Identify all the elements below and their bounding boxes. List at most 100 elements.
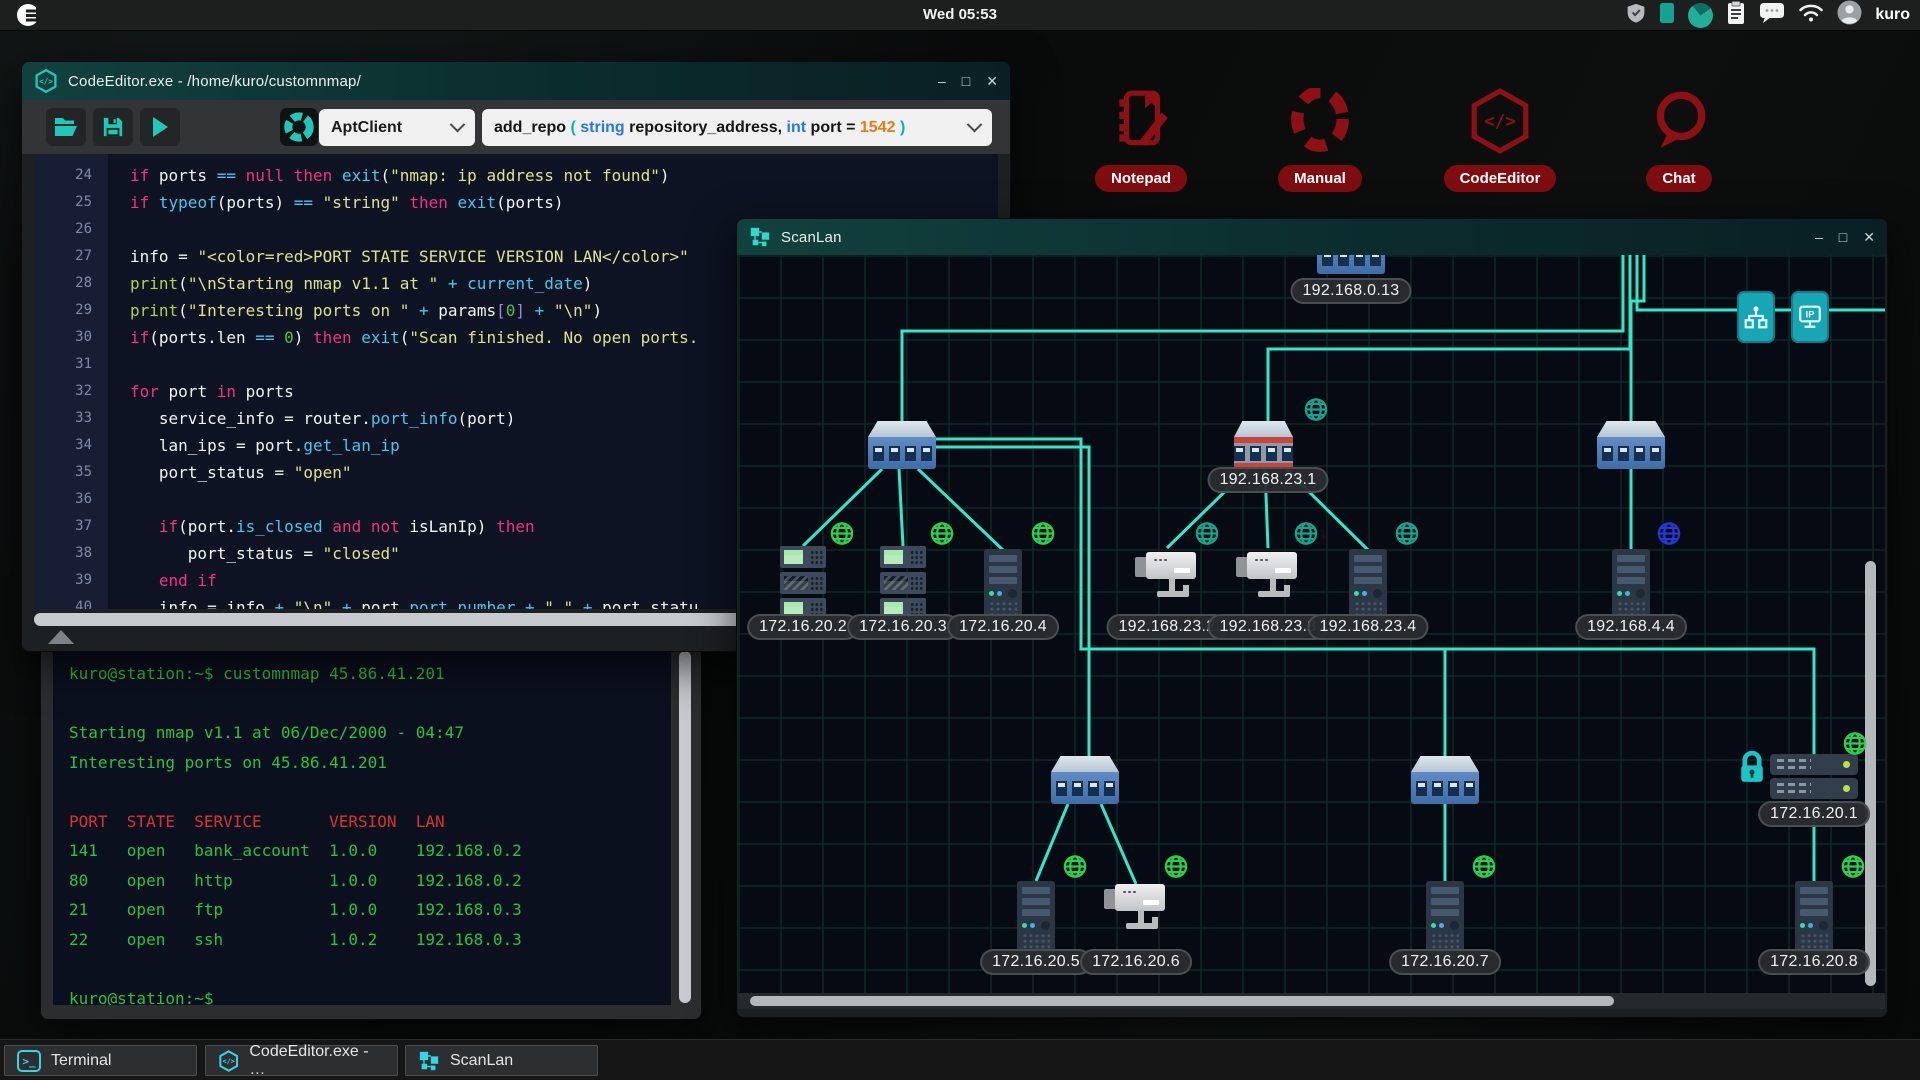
map-vertical-scrollbar[interactable] (1865, 561, 1876, 986)
network-node-switch[interactable] (868, 421, 936, 469)
node-ip-label: 192.168.4.4 (1575, 614, 1687, 640)
terminal-line (69, 689, 655, 719)
node-ip-label: 172.16.20.7 (1389, 949, 1501, 975)
taskbar-item-scanlan[interactable]: ScanLan (405, 1045, 598, 1076)
status-orb-icon[interactable] (1688, 3, 1713, 28)
network-node-router-172.16.20.1[interactable] (1770, 754, 1858, 808)
lock-icon (1738, 751, 1766, 790)
taskbar-item-label: CodeEditor.exe - … (249, 1043, 385, 1079)
terminal-line: 141 open bank_account 1.0.0 192.168.0.2 (69, 836, 655, 866)
network-node-tower-172.16.20.4[interactable] (984, 549, 1022, 621)
node-ip-label: 172.16.20.4 (947, 614, 1059, 640)
code-editor-titlebar[interactable]: </> CodeEditor.exe - /home/kuro/customnm… (22, 62, 1010, 100)
globe-icon (1394, 520, 1421, 552)
network-node-tower-172.16.20.5[interactable] (1017, 881, 1055, 953)
line-number: 27 (34, 243, 108, 270)
window-title: ScanLan (781, 229, 1805, 246)
network-node-switch[interactable] (1411, 756, 1479, 804)
node-ip-label: 192.168.23.1 (1207, 467, 1328, 493)
desktop-icon-codeeditor[interactable]: </> CodeEditor (1430, 88, 1570, 192)
map-horizontal-scrollbar-track (738, 993, 1885, 1009)
taskbar-item-terminal[interactable]: >_ Terminal (4, 1045, 197, 1076)
globe-icon (1293, 520, 1320, 552)
taskbar-item-codeeditor[interactable]: </> CodeEditor.exe - … (205, 1045, 398, 1076)
line-number: 29 (34, 297, 108, 324)
network-node-tower-192.168.23.4[interactable] (1349, 549, 1387, 621)
network-node-server-172.16.20.3[interactable] (880, 546, 926, 624)
svg-text:</>: </> (223, 1057, 235, 1065)
network-node-switch_red-192.168.23.1[interactable] (1234, 421, 1293, 469)
scroll-up-arrow[interactable] (48, 630, 74, 644)
line-number: 38 (34, 540, 108, 567)
top-status-bar: Wed 05:53 kuro (0, 0, 1920, 30)
terminal-icon: >_ (17, 1050, 41, 1072)
node-ip-label: 172.16.20.1 (1758, 801, 1870, 827)
line-number: 34 (34, 432, 108, 459)
close-button[interactable]: ✕ (986, 62, 998, 100)
security-shield-icon[interactable] (1626, 2, 1646, 29)
api-signature-dropdown[interactable]: add_repo ( string repository_address, in… (482, 109, 992, 146)
run-button[interactable] (140, 108, 180, 146)
node-ip-label: 172.16.20.3 (847, 614, 959, 640)
network-node-server-172.16.20.2[interactable] (780, 546, 826, 624)
network-node-switch[interactable] (1597, 421, 1665, 469)
network-node-camera-192.168.23.2[interactable] (1135, 547, 1199, 603)
network-map-icon (418, 1050, 440, 1072)
maximize-button[interactable]: □ (962, 62, 970, 100)
line-number: 39 (34, 567, 108, 594)
taskbar: >_ Terminal </> CodeEditor.exe - … ScanL… (0, 1039, 1920, 1080)
code-line[interactable]: 24if ports == null then exit("nmap: ip a… (34, 162, 998, 189)
save-floppy-icon (102, 116, 124, 138)
globe-icon (1656, 520, 1683, 552)
chat-icon (1646, 88, 1712, 154)
network-map-canvas[interactable]: IP 192.168.0.13192.168.23.1172.16.20.217… (738, 255, 1885, 993)
terminal-scrollbar[interactable] (679, 651, 691, 1003)
map-view-ip-button[interactable]: IP (1791, 291, 1829, 343)
network-node-camera-192.168.23.3[interactable] (1236, 547, 1300, 603)
terminal-line: 21 open ftp 1.0.0 192.168.0.3 (69, 895, 655, 925)
terminal-output[interactable]: kuro@station:~$ customnmap 45.86.41.201S… (53, 645, 671, 1005)
network-node-camera-172.16.20.6[interactable] (1104, 879, 1168, 935)
code-hexagon-icon: </> (34, 68, 58, 94)
terminal-line (69, 954, 655, 984)
line-number: 26 (34, 216, 108, 243)
window-title: CodeEditor.exe - /home/kuro/customnmap/ (68, 73, 928, 90)
line-number: 33 (34, 405, 108, 432)
clipboard-icon[interactable] (1726, 1, 1746, 30)
svg-text:</>: </> (39, 77, 53, 86)
minimize-button[interactable]: – (938, 62, 946, 100)
line-number: 24 (34, 162, 108, 189)
svg-text:IP: IP (1806, 310, 1815, 320)
line-number: 37 (34, 513, 108, 540)
save-file-button[interactable] (93, 108, 133, 146)
minimize-button[interactable]: – (1815, 218, 1823, 256)
node-ip-label: 192.168.23.4 (1307, 614, 1428, 640)
network-node-switch-192.168.0.13[interactable] (1317, 255, 1385, 274)
line-number: 36 (34, 486, 108, 513)
network-node-tower-192.168.4.4[interactable] (1612, 549, 1650, 621)
chevron-down-icon (967, 117, 983, 133)
map-horizontal-scrollbar[interactable] (750, 996, 1614, 1006)
globe-icon (1840, 853, 1867, 885)
desktop-icon-notepad[interactable]: Notepad (1071, 88, 1211, 192)
maximize-button[interactable]: □ (1839, 218, 1847, 256)
network-node-tower-172.16.20.8[interactable] (1795, 881, 1833, 953)
wifi-icon[interactable] (1798, 3, 1824, 28)
network-node-switch[interactable] (1051, 756, 1119, 804)
os-logo-icon[interactable] (16, 3, 44, 32)
open-file-button[interactable] (46, 108, 86, 146)
chat-bubble-icon[interactable] (1759, 2, 1785, 29)
network-node-tower-172.16.20.7[interactable] (1426, 881, 1464, 953)
battery-icon[interactable] (1659, 1, 1675, 29)
api-class-dropdown[interactable]: AptClient (319, 109, 475, 146)
desktop-icon-manual[interactable]: Manual (1250, 88, 1390, 192)
close-button[interactable]: ✕ (1863, 218, 1875, 256)
user-avatar[interactable] (1837, 0, 1862, 30)
api-signature-value: add_repo ( string repository_address, in… (494, 119, 905, 137)
code-line[interactable]: 25if typeof(ports) == "string" then exit… (34, 189, 998, 216)
scanlan-titlebar[interactable]: ScanLan – □ ✕ (737, 219, 1887, 255)
map-view-network-button[interactable] (1737, 291, 1775, 343)
desktop-icon-label: Manual (1278, 165, 1362, 192)
taskbar-item-label: ScanLan (450, 1052, 513, 1070)
desktop-icon-chat[interactable]: Chat (1609, 88, 1749, 192)
